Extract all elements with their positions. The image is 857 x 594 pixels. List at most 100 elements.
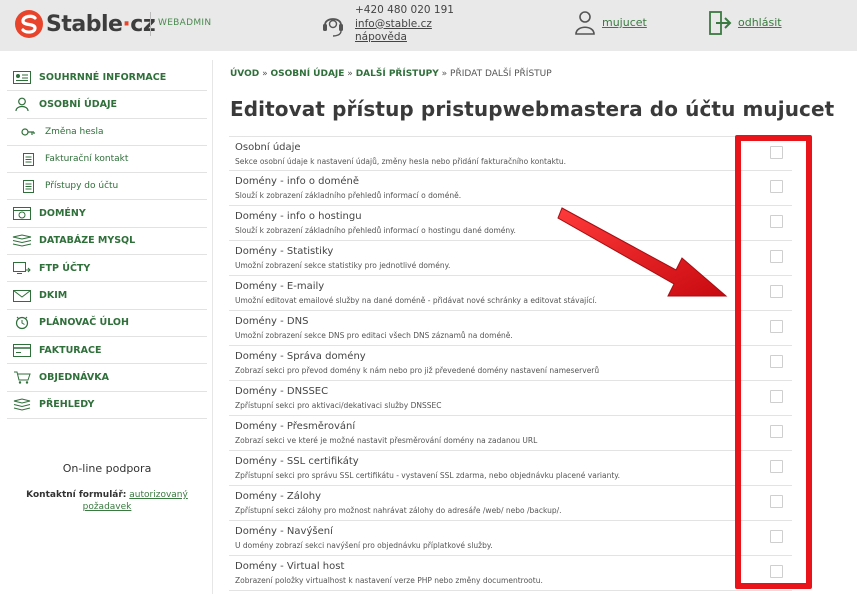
breadcrumb: ÚVOD » OSOBNÍ ÚDAJE » DALŠÍ PŘÍSTUPY » P…	[230, 69, 552, 79]
scheduler-icon	[11, 316, 33, 330]
permission-row: Domény - DNS Umožní zobrazení sekce DNS …	[229, 311, 792, 346]
permission-description: Umožní zobrazení sekce DNS pro editaci v…	[235, 331, 513, 340]
permission-title: Domény - Virtual host	[235, 561, 345, 572]
permission-row: Domény - info o hostingu Slouží k zobraz…	[229, 206, 792, 241]
sidebar-item-label: DOMÉNY	[39, 208, 86, 220]
account-link[interactable]: mujucet	[602, 16, 647, 29]
sidebar-subitem-pristupy-do-uctu[interactable]: Přístupy do účtu	[7, 173, 207, 201]
breadcrumb-separator: »	[262, 69, 268, 79]
permission-title: Osobní údaje	[235, 142, 301, 153]
ftp-icon	[11, 261, 33, 275]
sidebar-divider	[212, 60, 213, 594]
logout-icon	[709, 11, 732, 35]
sidebar-subitem-label: Fakturační kontakt	[45, 154, 129, 165]
permission-checkbox[interactable]	[770, 320, 783, 333]
sidebar-item-label: FTP ÚČTY	[39, 262, 91, 274]
sidebar-nav: SOUHRNNÉ INFORMACE OSOBNÍ ÚDAJE Změna he…	[7, 64, 207, 419]
sidebar-item-databaze-mysql[interactable]: DATABÁZE MYSQL	[7, 228, 207, 256]
invoice-icon	[11, 343, 33, 357]
sidebar-item-osobni-udaje[interactable]: OSOBNÍ ÚDAJE	[7, 91, 207, 119]
permission-checkbox[interactable]	[770, 565, 783, 578]
breadcrumb-current: PŘIDAT DALŠÍ PŘÍSTUP	[450, 69, 552, 79]
sidebar-item-label: FAKTURACE	[39, 344, 102, 356]
email-link[interactable]: info@stable.cz	[355, 18, 454, 32]
dkim-icon	[11, 289, 33, 303]
permission-row: Domény - Přesměrování Zobrazí sekci ve k…	[229, 416, 792, 451]
sidebar-item-dkim[interactable]: DKIM	[7, 282, 207, 310]
globe-window-icon	[11, 207, 33, 221]
sidebar-item-label: SOUHRNNÉ INFORMACE	[39, 71, 167, 83]
permission-row: Domény - Virtual host Zobrazení položky …	[229, 556, 792, 591]
permission-checkbox[interactable]	[770, 146, 783, 159]
permission-description: Zpřístupní sekci pro správu SSL certifik…	[235, 471, 621, 480]
permission-checkbox[interactable]	[770, 180, 783, 193]
sidebar-item-label: OSOBNÍ ÚDAJE	[39, 98, 118, 110]
breadcrumb-uvod[interactable]: ÚVOD	[230, 69, 259, 79]
sidebar-item-domeny[interactable]: DOMÉNY	[7, 200, 207, 228]
breadcrumb-separator: »	[441, 69, 448, 79]
permission-checkbox[interactable]	[770, 425, 783, 438]
sidebar-subitem-zmena-hesla[interactable]: Změna hesla	[7, 119, 207, 146]
logout-link[interactable]: odhlásit	[738, 16, 782, 29]
contact-info: +420 480 020 191 info@stable.cz nápověda	[355, 4, 454, 45]
headset-icon	[323, 18, 343, 37]
permission-checkbox[interactable]	[770, 530, 783, 543]
logo-text: Stable·cz	[46, 11, 156, 37]
sidebar-subitem-label: Přístupy do účtu	[45, 181, 119, 192]
permission-checkbox[interactable]	[770, 250, 783, 263]
permission-title: Domény - Zálohy	[235, 491, 322, 502]
permission-row: Domény - SSL certifikáty Zpřístupní sekc…	[229, 451, 792, 486]
permission-checkbox[interactable]	[770, 495, 783, 508]
support-label: Kontaktní formulář:	[26, 490, 127, 500]
permission-checkbox[interactable]	[770, 285, 783, 298]
sidebar-item-fakturace[interactable]: FAKTURACE	[7, 337, 207, 365]
permission-checkbox[interactable]	[770, 390, 783, 403]
permission-description: Sekce osobní údaje k nastavení údajů, zm…	[235, 157, 567, 166]
permission-description: Slouží k zobrazení základního přehledů i…	[235, 191, 462, 200]
permission-checkbox[interactable]	[770, 460, 783, 473]
permission-description: Zobrazí sekci pro převod domény k nám ne…	[235, 366, 600, 375]
permission-checkbox[interactable]	[770, 355, 783, 368]
overview-icon	[11, 398, 33, 412]
permission-title: Domény - Navýšení	[235, 526, 333, 537]
top-header: Stable·cz WEBADMIN +420 480 020 191 info…	[0, 0, 857, 51]
permission-title: Domény - info o doméně	[235, 176, 360, 187]
permission-title: Domény - DNSSEC	[235, 386, 329, 397]
permission-title: Domény - E-maily	[235, 281, 325, 292]
id-card-icon	[11, 70, 33, 84]
key-icon	[21, 125, 35, 139]
user-icon	[575, 11, 595, 35]
permission-row: Osobní údaje Sekce osobní údaje k nastav…	[229, 136, 792, 171]
sidebar-item-ftp-ucty[interactable]: FTP ÚČTY	[7, 255, 207, 283]
permission-description: Zpřístupní sekci pro aktivaci/dekativaci…	[235, 401, 442, 410]
permission-description: Umožní editovat emailové služby na dané …	[235, 296, 597, 305]
sidebar-item-planovac-uloh[interactable]: PLÁNOVAČ ÚLOH	[7, 310, 207, 337]
breadcrumb-dalsi-pristupy[interactable]: DALŠÍ PŘÍSTUPY	[356, 69, 439, 79]
sidebar-item-souhrnne-informace[interactable]: SOUHRNNÉ INFORMACE	[7, 64, 207, 92]
permission-row: Domény - Navýšení U domény zobrazí sekci…	[229, 521, 792, 556]
permission-row: Domény - DNSSEC Zpřístupní sekci pro akt…	[229, 381, 792, 416]
breadcrumb-separator: »	[347, 69, 353, 79]
permission-description: U domény zobrazí sekci navýšení pro obje…	[235, 541, 493, 550]
breadcrumb-osobni-udaje[interactable]: OSOBNÍ ÚDAJE	[271, 69, 345, 79]
permission-row: Domény - Zálohy Zpřístupní sekci zálohy …	[229, 486, 792, 521]
permission-description: Zpřístupní sekci zálohy pro možnost nahr…	[235, 506, 562, 515]
sidebar-subitem-label: Změna hesla	[45, 126, 104, 137]
page-title: Editovat přístup pristupwebmastera do úč…	[230, 97, 835, 121]
stable-logo[interactable]: Stable·cz	[14, 9, 156, 39]
sidebar-item-label: PŘEHLEDY	[39, 399, 95, 411]
permission-checkbox[interactable]	[770, 215, 783, 228]
permission-title: Domény - Statistiky	[235, 246, 334, 257]
webadmin-label: WEBADMIN	[158, 18, 212, 28]
permission-row: Domény - info o doméně Slouží k zobrazen…	[229, 171, 792, 206]
order-icon	[11, 370, 33, 384]
permission-description: Zobrazí sekci ve které je možné nastavit…	[235, 436, 538, 445]
sidebar-subitem-fakturacni-kontakt[interactable]: Fakturační kontakt	[7, 146, 207, 174]
sidebar-item-objednavka[interactable]: OBJEDNÁVKA	[7, 364, 207, 392]
support-title: On-line podpora	[62, 462, 152, 475]
permissions-table: Osobní údaje Sekce osobní údaje k nastav…	[229, 136, 792, 591]
sidebar-item-label: DKIM	[39, 290, 68, 302]
stable-s-logo-icon	[15, 10, 43, 38]
sidebar-item-prehledy[interactable]: PŘEHLEDY	[7, 392, 207, 419]
help-link[interactable]: nápověda	[355, 31, 454, 45]
